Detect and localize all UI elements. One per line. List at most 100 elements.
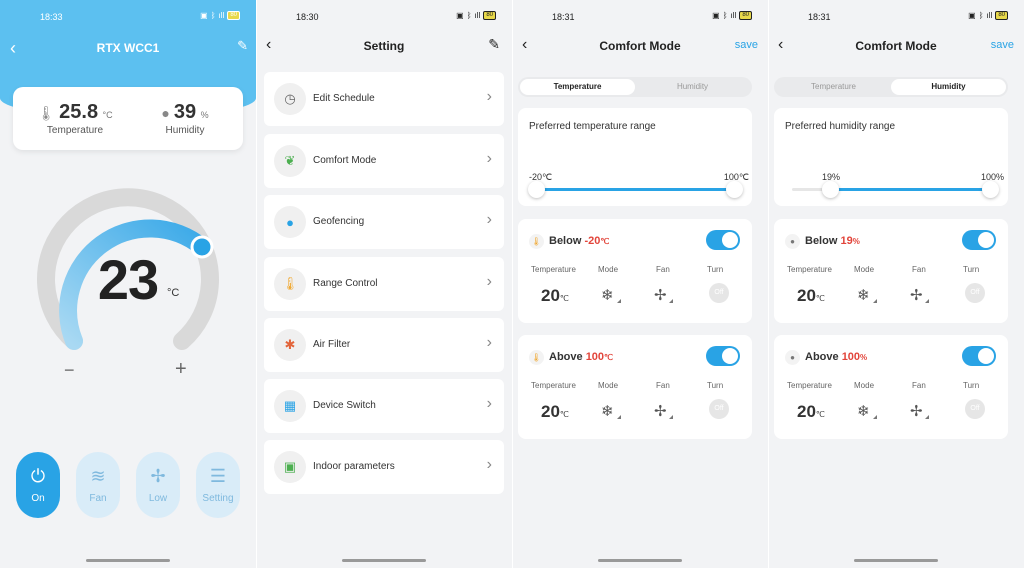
status-time: 18:30 [296,12,319,22]
menu-item-label: Range Control [313,278,378,289]
increase-button[interactable]: + [175,358,187,381]
col-header-mode: Mode [854,265,875,274]
menu-item-indoor-parameters[interactable]: ▣ Indoor parameters › [264,440,504,494]
home-indicator[interactable] [598,559,682,562]
rule-temperature-value[interactable]: 20℃ [541,286,569,306]
fan-icon[interactable]: ✢ [654,286,667,304]
thermometer-icon: 🌡 [529,350,544,365]
home-indicator[interactable] [854,559,938,562]
menu-item-label: Edit Schedule [313,93,375,104]
rule-temperature-value[interactable]: 20℃ [797,402,825,422]
save-button[interactable]: save [991,39,1014,51]
toggle-knob [978,348,994,364]
rule-label: Below -20℃ [549,235,609,247]
snowflake-icon[interactable]: ❄ [857,402,870,420]
chevron-right-icon: › [486,456,492,473]
status-bar: 18:30 ▣ ᛒ ıll 80 [256,0,512,32]
save-button[interactable]: save [735,39,758,51]
humidity-unit: % [200,110,209,120]
rule-temperature-value[interactable]: 20℃ [797,286,825,306]
fan-icon[interactable]: ✢ [654,402,667,420]
fan-dropdown-indicator [669,415,673,419]
fan-icon[interactable]: ✢ [910,402,923,420]
tab-humidity[interactable]: Humidity [635,79,750,95]
fan-icon[interactable]: ✢ [910,286,923,304]
humidity-readout: ● 39 % Humidity [135,101,235,136]
menu-item-range-control[interactable]: 🌡 Range Control › [264,257,504,311]
range-title: Preferred humidity range [785,121,896,132]
tab-temperature[interactable]: Temperature [776,79,891,95]
mode-segmented-control: Temperature Humidity [518,77,752,97]
battery-icon: 80 [483,11,496,20]
turn-off-button[interactable]: Off [709,283,729,303]
menu-item-comfort-mode[interactable]: ❦ Comfort Mode › [264,134,504,188]
fan-speed-label: Low [148,493,168,504]
menu-item-geofencing[interactable]: ● Geofencing › [264,195,504,249]
setting-button[interactable]: ☰ Setting [196,452,240,518]
home-indicator[interactable] [86,559,170,562]
menu-item-air-filter[interactable]: ✱ Air Filter › [264,318,504,372]
rule-temp-number: 20 [541,402,560,421]
range-min-handle[interactable] [821,181,839,198]
tab-humidity[interactable]: Humidity [891,79,1006,95]
rule-temp-number: 20 [541,286,560,305]
signal-icon: ıll [730,11,737,20]
thermometer-icon: 🌡 [529,234,544,249]
fan-speed-button[interactable]: ✢ Low [136,452,180,518]
rule-value: -20 [584,235,601,247]
menu-item-label: Indoor parameters [313,461,395,472]
mode-label: Fan [89,493,107,504]
col-header-turn: Turn [707,265,724,274]
droplet-icon: ● [785,234,800,249]
humidity-label: Humidity [165,125,205,136]
bluetooth-icon: ᛒ [210,11,216,20]
snowflake-icon[interactable]: ❄ [601,402,614,420]
range-title: Preferred temperature range [529,121,656,132]
status-bar: 18:31 ▣ ᛒ ıll 80 [512,0,768,32]
power-button[interactable]: ⏻ On [16,452,60,518]
rule-unit: ℃ [600,237,610,246]
rule-value: 100 [841,351,861,363]
mode-fan-button[interactable]: ≋ Fan [76,452,120,518]
fan-dropdown-indicator [669,299,673,303]
snowflake-icon[interactable]: ❄ [601,286,614,304]
home-indicator[interactable] [342,559,426,562]
menu-item-label: Device Switch [313,400,376,411]
menu-item-edit-schedule[interactable]: ◷ Edit Schedule › [264,72,504,126]
turn-off-button[interactable]: Off [965,283,985,303]
range-max-handle[interactable] [982,181,999,198]
turn-off-button[interactable]: Off [709,399,729,419]
toggle-knob [722,232,738,248]
clock-icon: ◷ [274,83,306,115]
edit-pencil-icon[interactable]: ✎ [488,36,500,53]
bluetooth-icon: ᛒ [722,11,728,20]
turn-off-button[interactable]: Off [965,399,985,419]
signal-icon: ıll [218,11,225,20]
tab-temperature[interactable]: Temperature [520,79,635,95]
range-max-handle[interactable] [726,181,743,198]
droplet-icon: ● [785,350,800,365]
rule-toggle[interactable] [962,346,996,366]
setpoint-value: 23 [97,248,159,311]
rule-toggle[interactable] [706,230,740,250]
decrease-button[interactable]: − [64,360,75,381]
rule-temperature-value[interactable]: 20℃ [541,402,569,422]
thermostat-home-screen: 18:33 ▣ ᛒ ıll 80 ‹ RTX WCC1 ✎ 🌡 25.8 °C T… [0,0,256,568]
thermometer-icon: 🌡 [274,268,306,300]
signal-icon: ıll [986,11,993,20]
range-min-handle[interactable] [528,181,545,198]
rule-toggle[interactable] [706,346,740,366]
chevron-right-icon: › [486,395,492,412]
chevron-right-icon: › [486,150,492,167]
snowflake-icon[interactable]: ❄ [857,286,870,304]
droplet-icon: ● [161,105,170,121]
rule-toggle[interactable] [962,230,996,250]
menu-item-device-switch[interactable]: ▦ Device Switch › [264,379,504,433]
rule-unit: % [852,237,860,246]
leaf-icon: ❦ [274,145,306,177]
page-title: Comfort Mode [599,39,681,53]
col-header-mode: Mode [598,381,619,390]
range-card: Preferred humidity range 19% 100% [774,108,1008,206]
air-filter-icon: ✱ [274,329,306,361]
edit-pencil-icon[interactable]: ✎ [237,38,248,54]
